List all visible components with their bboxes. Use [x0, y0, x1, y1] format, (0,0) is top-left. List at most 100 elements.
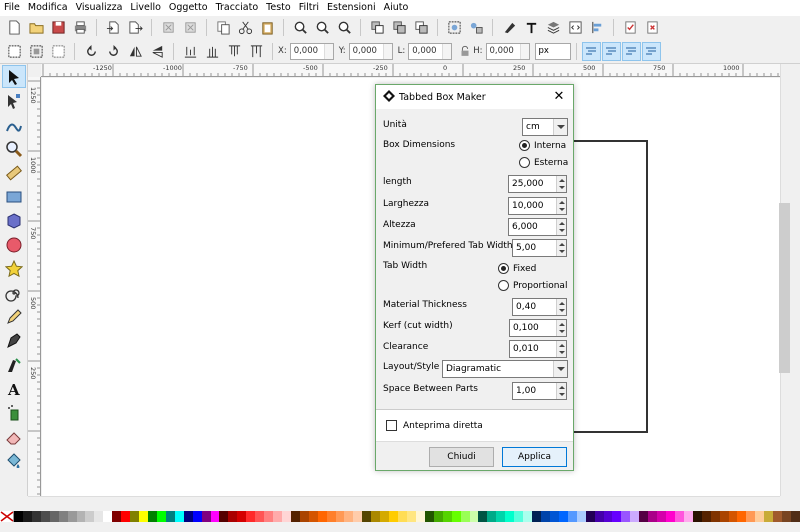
thickness-input[interactable]: 0,40	[512, 298, 567, 316]
calligraphy-tool-icon[interactable]	[2, 353, 26, 376]
unlink-clone-icon[interactable]	[411, 18, 431, 38]
spin-arrows-icon[interactable]	[556, 176, 566, 192]
ellipse-tool-icon[interactable]	[2, 233, 26, 256]
deselect-icon[interactable]	[48, 41, 68, 61]
rotate-cw-icon[interactable]	[103, 41, 123, 61]
star-tool-icon[interactable]	[2, 257, 26, 280]
import-icon[interactable]	[103, 18, 123, 38]
color-palette[interactable]	[0, 511, 800, 522]
preferences-icon[interactable]	[620, 18, 640, 38]
dialog-titlebar[interactable]: Tabbed Box Maker ✕	[376, 85, 573, 109]
eraser-tool-icon[interactable]	[2, 425, 26, 448]
radio-proportional[interactable]: Proportional	[498, 280, 567, 291]
width-input[interactable]: 10,000	[508, 197, 567, 215]
spin-arrows-icon[interactable]	[556, 383, 566, 399]
vertical-scrollbar-thumb[interactable]	[779, 203, 790, 373]
duplicate-icon[interactable]	[367, 18, 387, 38]
align-icon[interactable]	[587, 18, 607, 38]
raise-icon[interactable]	[224, 41, 244, 61]
layers-icon[interactable]	[543, 18, 563, 38]
paste-icon[interactable]	[257, 18, 277, 38]
cut-icon[interactable]	[235, 18, 255, 38]
menu-file[interactable]: File	[0, 0, 24, 16]
lower-to-bottom-icon[interactable]	[180, 41, 200, 61]
open-icon[interactable]	[26, 18, 46, 38]
clone-icon[interactable]	[389, 18, 409, 38]
move-patterns-icon[interactable]	[641, 41, 661, 61]
zoom-drawing-icon[interactable]	[312, 18, 332, 38]
save-icon[interactable]	[48, 18, 68, 38]
height-input[interactable]: 6,000	[508, 218, 567, 236]
close-icon[interactable]: ✕	[549, 87, 569, 107]
measure-tool-icon[interactable]	[2, 161, 26, 184]
move-gradients-icon[interactable]	[621, 41, 641, 61]
scale-stroke-icon[interactable]	[581, 41, 601, 61]
rotate-ccw-icon[interactable]	[81, 41, 101, 61]
text-tool-icon[interactable]: A	[2, 377, 26, 400]
undo-icon[interactable]	[158, 18, 178, 38]
menu-object[interactable]: Oggetto	[165, 0, 212, 16]
radio-fixed[interactable]: Fixed	[498, 263, 536, 274]
node-tool-icon[interactable]	[2, 89, 26, 112]
document-properties-icon[interactable]	[642, 18, 662, 38]
zoom-page-icon[interactable]	[334, 18, 354, 38]
selector-tool-icon[interactable]	[2, 65, 26, 88]
new-document-icon[interactable]	[4, 18, 24, 38]
zoom-selection-icon[interactable]	[290, 18, 310, 38]
menu-path[interactable]: Tracciato	[212, 0, 263, 16]
xml-editor-icon[interactable]	[565, 18, 585, 38]
spin-arrows-icon[interactable]	[556, 219, 566, 235]
3d-box-tool-icon[interactable]	[2, 209, 26, 232]
color-swatch[interactable]	[791, 511, 800, 522]
redo-icon[interactable]	[180, 18, 200, 38]
unit-select[interactable]: px	[534, 42, 571, 60]
height-input[interactable]: 0,000	[485, 42, 530, 60]
spin-arrows-icon[interactable]	[556, 299, 566, 315]
zoom-tool-icon[interactable]	[2, 137, 26, 160]
length-input[interactable]: 25,000	[508, 175, 567, 193]
no-color-swatch[interactable]	[0, 511, 14, 522]
spin-arrows-icon[interactable]	[556, 341, 566, 357]
menu-filters[interactable]: Filtri	[295, 0, 323, 16]
menu-view[interactable]: Visualizza	[72, 0, 127, 16]
rectangle-tool-icon[interactable]	[2, 185, 26, 208]
export-icon[interactable]	[125, 18, 145, 38]
copy-icon[interactable]	[213, 18, 233, 38]
units-select[interactable]: cm	[522, 118, 568, 136]
spiral-tool-icon[interactable]	[2, 281, 26, 304]
space-input[interactable]: 1,00	[512, 382, 567, 400]
pencil-tool-icon[interactable]	[2, 305, 26, 328]
flip-vertical-icon[interactable]	[147, 41, 167, 61]
raise-to-top-icon[interactable]	[246, 41, 266, 61]
select-all-icon[interactable]	[4, 41, 24, 61]
lower-icon[interactable]	[202, 41, 222, 61]
menu-extensions[interactable]: Estensioni	[323, 0, 380, 16]
pen-tool-icon[interactable]	[2, 329, 26, 352]
horizontal-scrollbar[interactable]	[28, 496, 780, 510]
menu-help[interactable]: Aiuto	[380, 0, 413, 16]
print-icon[interactable]	[70, 18, 90, 38]
scale-corners-icon[interactable]	[601, 41, 621, 61]
tweak-tool-icon[interactable]	[2, 113, 26, 136]
clearance-input[interactable]: 0,010	[509, 340, 567, 358]
select-all-layers-icon[interactable]	[26, 41, 46, 61]
radio-esterna[interactable]: Esterna	[519, 157, 568, 168]
radio-interna[interactable]: Interna	[519, 140, 566, 151]
menu-layer[interactable]: Livello	[126, 0, 165, 16]
flip-horizontal-icon[interactable]	[125, 41, 145, 61]
group-icon[interactable]	[444, 18, 464, 38]
ungroup-icon[interactable]	[466, 18, 486, 38]
y-input[interactable]: 0,000	[348, 42, 393, 60]
menu-text[interactable]: Testo	[262, 0, 295, 16]
x-input[interactable]: 0,000	[289, 42, 334, 60]
spin-arrows-icon[interactable]	[556, 320, 566, 336]
apply-button[interactable]: Applica	[502, 447, 567, 467]
fill-stroke-icon[interactable]	[499, 18, 519, 38]
live-preview-checkbox[interactable]: Anteprima diretta	[386, 420, 483, 431]
paint-bucket-tool-icon[interactable]	[2, 449, 26, 472]
spray-tool-icon[interactable]	[2, 401, 26, 424]
kerf-input[interactable]: 0,100	[509, 319, 567, 337]
close-button[interactable]: Chiudi	[429, 447, 494, 467]
menu-edit[interactable]: Modifica	[24, 0, 72, 16]
text-font-icon[interactable]	[521, 18, 541, 38]
